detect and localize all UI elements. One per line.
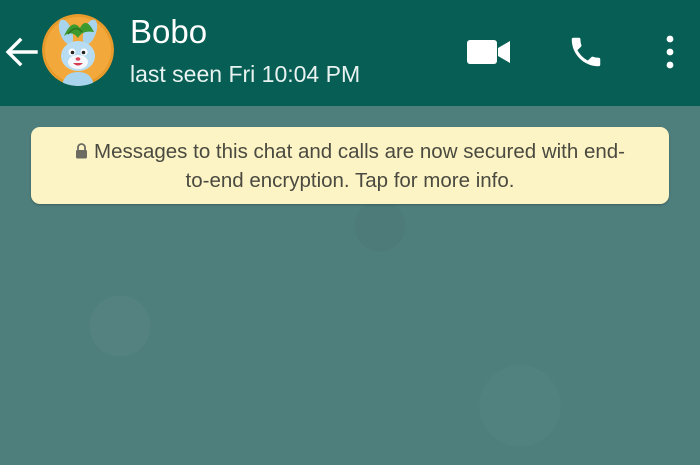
chat-message-area[interactable]: Messages to this chat and calls are now … [0, 106, 700, 465]
more-vert-icon [666, 35, 674, 69]
phone-icon [571, 37, 601, 67]
encryption-notice[interactable]: Messages to this chat and calls are now … [31, 127, 669, 204]
video-call-button[interactable] [462, 28, 516, 76]
chat-screen: Bobo last seen Fri 10:04 PM Messages to … [0, 0, 700, 465]
bunny-avatar-image [42, 14, 114, 86]
contact-name[interactable]: Bobo [130, 12, 207, 52]
arrow-back-icon [5, 37, 38, 67]
notice-line-1: Messages to this chat and calls are now … [75, 140, 625, 163]
notice-text-line-2: to-end encryption. Tap for more info. [185, 169, 515, 192]
last-seen-status[interactable]: last seen Fri 10:04 PM [130, 60, 360, 88]
chat-header: Bobo last seen Fri 10:04 PM [0, 0, 700, 106]
back-button[interactable] [0, 30, 42, 74]
videocam-icon [467, 40, 510, 64]
more-options-button[interactable] [650, 28, 690, 76]
notice-text-line-1: Messages to this chat and calls are now … [94, 140, 625, 163]
voice-call-button[interactable] [560, 28, 612, 76]
avatar[interactable] [42, 14, 114, 86]
lock-icon [76, 143, 87, 159]
